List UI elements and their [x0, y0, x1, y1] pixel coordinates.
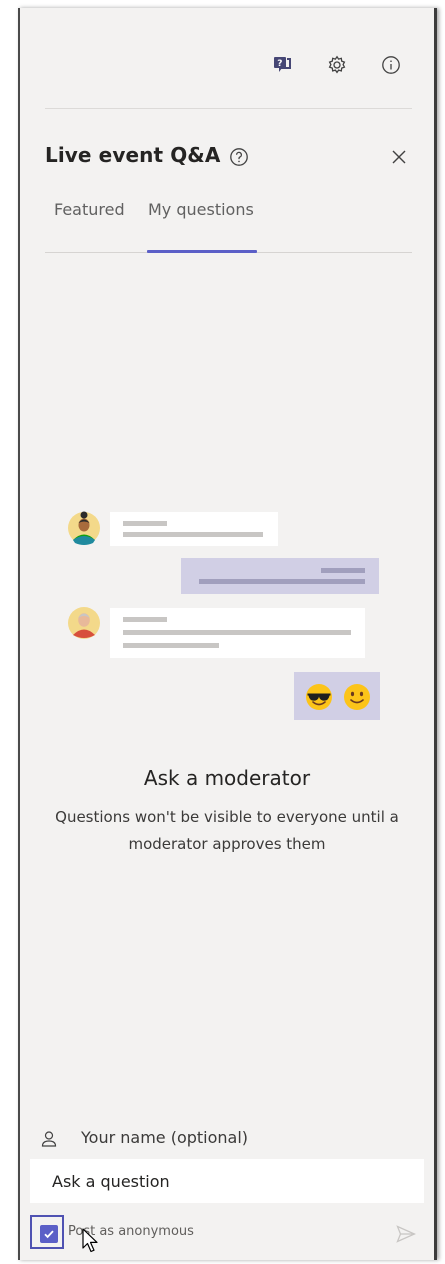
mouse-cursor-icon — [82, 1228, 100, 1258]
chat-bubble — [110, 512, 278, 546]
anonymous-checkbox[interactable] — [30, 1215, 64, 1249]
help-circle-icon[interactable] — [227, 145, 251, 169]
text-line — [321, 568, 365, 573]
text-line — [199, 579, 365, 584]
avatar — [67, 606, 101, 644]
text-line — [123, 643, 219, 648]
empty-state-title: Ask a moderator — [143, 766, 311, 790]
sunglasses-emoji-icon — [304, 682, 334, 716]
active-tab-indicator — [147, 250, 257, 253]
smile-emoji-icon — [342, 682, 372, 716]
question-input[interactable] — [52, 1159, 392, 1203]
tab-bar: Featured My questions — [45, 200, 412, 253]
name-placeholder: Your name (optional) — [81, 1128, 249, 1147]
svg-text:?: ? — [277, 59, 282, 69]
name-field[interactable]: Your name (optional) — [38, 1126, 424, 1156]
chat-bubble — [181, 558, 379, 594]
page-title: Live event Q&A — [45, 143, 221, 167]
empty-state-description: Questions won't be visible to everyone u… — [55, 808, 399, 853]
close-icon[interactable] — [388, 146, 410, 168]
emoji-bubble — [294, 672, 380, 720]
info-icon[interactable] — [378, 52, 404, 78]
empty-state-illustration — [20, 498, 434, 728]
chat-bubble — [110, 608, 365, 658]
tab-featured[interactable]: Featured — [54, 200, 125, 219]
divider — [45, 108, 412, 109]
send-icon[interactable] — [394, 1223, 418, 1245]
tab-my-questions[interactable]: My questions — [148, 200, 254, 219]
text-line — [123, 521, 167, 526]
person-icon — [38, 1128, 60, 1150]
qna-icon[interactable]: ? — [270, 52, 296, 78]
header: Live event Q&A — [45, 143, 412, 173]
question-box — [30, 1159, 424, 1203]
text-line — [123, 630, 351, 635]
text-line — [123, 532, 263, 537]
avatar — [67, 510, 101, 550]
checkmark-icon — [40, 1225, 58, 1243]
toolbar: ? — [270, 52, 420, 78]
gear-icon[interactable] — [324, 52, 350, 78]
qa-panel: ? Live event Q&A Featured My questions A… — [18, 8, 437, 1260]
text-line — [123, 617, 167, 622]
